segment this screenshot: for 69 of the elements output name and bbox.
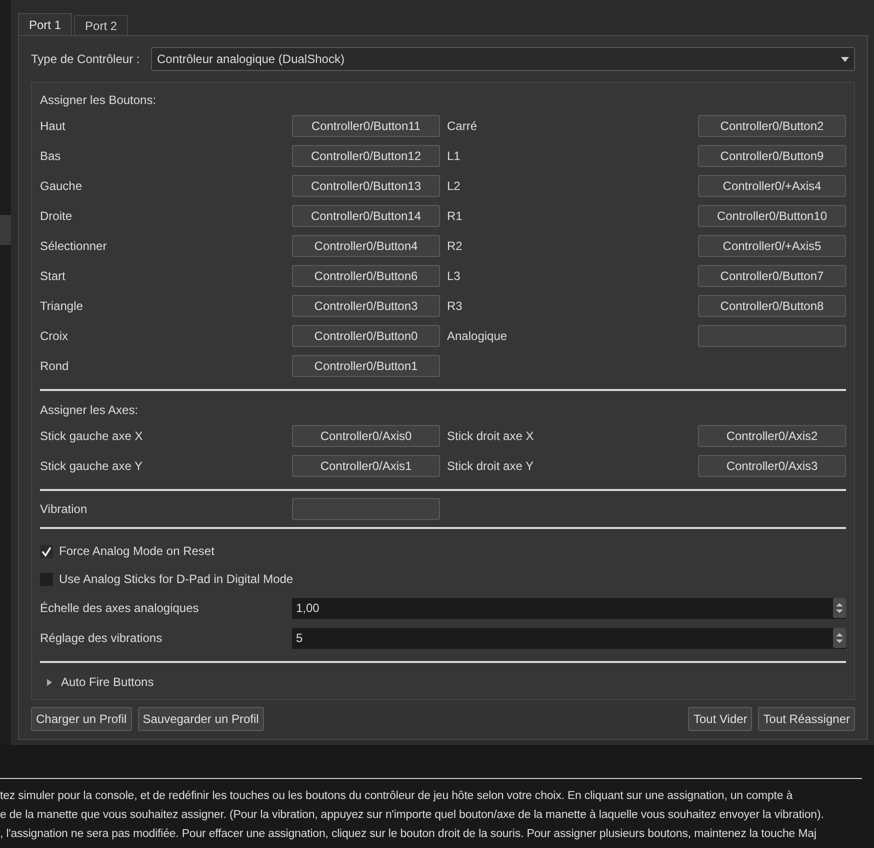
binding-label: Haut	[40, 118, 66, 135]
help-text: e de la manette que vous souhaitez assigner. (Pour la vibration, appuyez sur n'importe quel bouton/axe de la manette à laquelle vous souhaitez envoyer la vibration).	[0, 808, 825, 823]
checkbox-option[interactable]: Use Analog Sticks for D-Pad in Digital Mode	[40, 565, 846, 593]
tab[interactable]: Port 2	[74, 15, 128, 35]
binding-button[interactable]: Controller0/Axis3	[698, 455, 846, 477]
section-title: Assigner les Boutons:	[40, 92, 158, 109]
binding-button[interactable]: Controller0/Button14	[292, 205, 440, 227]
binding-label: L3	[447, 268, 460, 285]
binding-button[interactable]: Controller0/Axis0	[292, 425, 440, 447]
binding-label: Droite	[40, 208, 72, 225]
binding-button[interactable]: Controller0/Button10	[698, 205, 846, 227]
binding-label: Vibration	[40, 502, 88, 516]
binding-label: Stick gauche axe X	[40, 428, 143, 445]
binding-label: Stick gauche axe Y	[40, 458, 143, 475]
help-text: , l'assignation ne sera pas modifiée. Pour effacer une assignation, cliquez sur le bouton droit de la souris. Pour assigner plusieurs boutons, maintenez la touche Maj	[0, 827, 818, 842]
dropdown-arrow-icon	[841, 56, 849, 62]
binding-label: Stick droit axe Y	[447, 458, 534, 475]
sidebar-highlight	[0, 215, 11, 245]
footer-button[interactable]: Sauvegarder un Profil	[138, 707, 264, 731]
binding-label: Croix	[40, 328, 68, 345]
binding-label: R1	[447, 208, 462, 225]
spinbox-label: Réglage des vibrations	[40, 631, 162, 645]
binding-button[interactable]: Controller0/Button8	[698, 295, 846, 317]
binding-label: L2	[447, 178, 460, 195]
binding-label: Gauche	[40, 178, 82, 195]
binding-button[interactable]: Controller0/Button0	[292, 325, 440, 347]
spinbox-field[interactable]: 1,00	[292, 598, 846, 618]
help-text: tez simuler pour la console, et de redéfinir les touches ou les boutons du contrôleur de jeu hôte selon votre choix. En cliquant sur une assignation, un compte à	[0, 789, 794, 804]
binding-label: Carré	[447, 118, 478, 135]
binding-label: Analogique	[447, 328, 508, 345]
footer-button[interactable]: Tout Vider	[688, 707, 752, 731]
binding-button[interactable]: Controller0/Button12	[292, 145, 440, 167]
section-title: Assigner les Axes:	[40, 402, 140, 419]
binding-button[interactable]: Controller0/Button9	[698, 145, 846, 167]
controller-type-dropdown[interactable]: Contrôleur analogique (DualShock)	[151, 47, 855, 71]
binding-button[interactable]: Controller0/Button11	[292, 115, 440, 137]
binding-button[interactable]: Controller0/Button2	[698, 115, 846, 137]
binding-button[interactable]: Controller0/+Axis5	[698, 235, 846, 257]
binding-label: R2	[447, 238, 462, 255]
spinbox-label: Échelle des axes analogiques	[40, 601, 199, 615]
binding-button[interactable]: Controller0/Button7	[698, 265, 846, 287]
binding-label: R3	[447, 298, 462, 315]
binding-label: Stick droit axe X	[447, 428, 534, 445]
binding-label: Bas	[40, 148, 61, 165]
checkbox[interactable]	[40, 572, 53, 586]
binding-button[interactable]: Controller0/Button4	[292, 235, 440, 257]
binding-label: Sélectionner	[40, 238, 107, 255]
binding-button[interactable]: Controller0/Axis1	[292, 455, 440, 477]
spinbox-field[interactable]: 5	[292, 628, 846, 648]
binding-button[interactable]: Controller0/Button3	[292, 295, 440, 317]
binding-label: Triangle	[40, 298, 83, 315]
spin-arrows-icon[interactable]	[833, 628, 846, 648]
tab[interactable]: Port 1	[18, 13, 72, 35]
auto-fire-expander[interactable]: Auto Fire Buttons	[40, 671, 846, 693]
binding-button[interactable]: Controller0/Button1	[292, 355, 440, 377]
binding-button[interactable]: Controller0/Button6	[292, 265, 440, 287]
binding-button[interactable]: Controller0/Axis2	[698, 425, 846, 447]
checkbox[interactable]	[40, 544, 53, 558]
binding-label: Start	[40, 268, 66, 285]
binding-button[interactable]: Controller0/+Axis4	[698, 175, 846, 197]
footer-button[interactable]: Tout Réassigner	[758, 707, 855, 731]
footer-button[interactable]: Charger un Profil	[31, 707, 132, 731]
checkbox-option[interactable]: Force Analog Mode on Reset	[40, 537, 846, 565]
expand-arrow-icon	[46, 678, 53, 686]
binding-label: Rond	[40, 358, 69, 375]
controller-type-label: Type de Contrôleur :	[31, 51, 141, 68]
binding-label: L1	[447, 148, 460, 165]
spin-arrows-icon[interactable]	[833, 598, 846, 618]
binding-button[interactable]: Controller0/Button13	[292, 175, 440, 197]
